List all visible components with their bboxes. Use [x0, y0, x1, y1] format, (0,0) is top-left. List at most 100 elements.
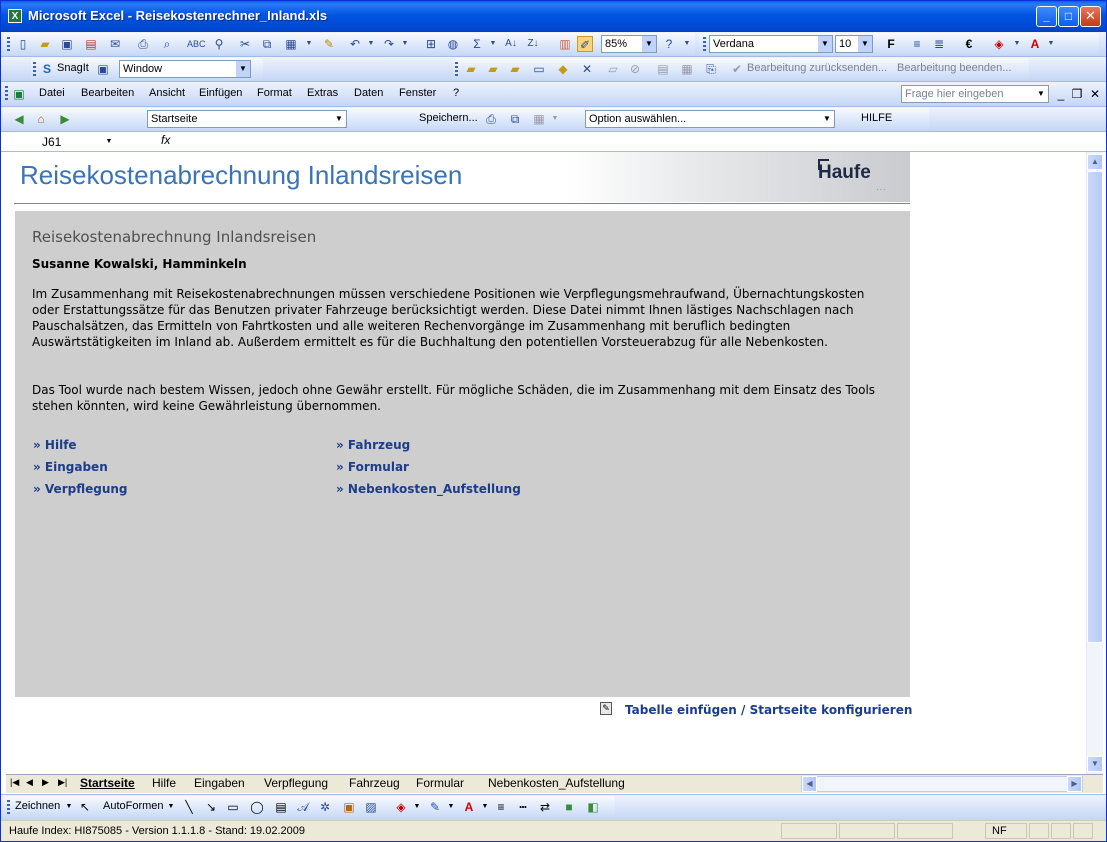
chevron-down-icon[interactable]: ▼ — [485, 36, 501, 52]
print-preview-icon[interactable]: ⌕ — [159, 36, 175, 52]
last-sheet-icon[interactable]: ▶| — [58, 777, 67, 788]
oval-icon[interactable]: ◯ — [249, 799, 265, 815]
maximize-button[interactable]: □ — [1058, 6, 1079, 27]
snagit-button[interactable]: SnagIt — [57, 62, 89, 74]
scroll-down-icon[interactable]: ▼ — [1087, 756, 1103, 772]
home-icon[interactable]: ⌂ — [33, 111, 49, 127]
tab-startseite[interactable]: Startseite — [80, 776, 135, 790]
first-sheet-icon[interactable]: |◀ — [10, 777, 19, 788]
chevron-down-icon[interactable]: ▼ — [301, 36, 317, 52]
draw-menu-button[interactable]: Zeichnen — [15, 800, 60, 812]
font-name-select[interactable]: Verdana ▼ — [709, 35, 833, 53]
chart-wizard-icon[interactable]: ▥ — [557, 36, 573, 52]
bold-button[interactable]: F — [883, 36, 899, 52]
undo-icon[interactable]: ↶ — [347, 36, 363, 52]
arrow-icon[interactable]: ↘ — [203, 799, 219, 815]
drawing-icon[interactable]: ✐ — [577, 36, 593, 52]
wordart-icon[interactable]: 𝒜 — [295, 799, 311, 815]
chevron-down-icon[interactable]: ▼ — [397, 36, 413, 52]
redo-icon[interactable]: ↷ — [381, 36, 397, 52]
arrow-style-icon[interactable]: ⇄ — [537, 799, 553, 815]
scroll-thumb[interactable] — [1087, 171, 1103, 643]
highlight-icon[interactable]: ◆ — [555, 61, 571, 77]
font-size-select[interactable]: 10 ▼ — [835, 35, 873, 53]
prev-sheet-icon[interactable]: ◀ — [26, 777, 33, 788]
diagram-icon[interactable]: ✲ — [317, 799, 333, 815]
fill-color-icon[interactable]: ◈ — [393, 799, 409, 815]
toolbar-grip[interactable] — [703, 37, 706, 51]
chevron-down-icon[interactable]: ▼ — [679, 36, 695, 52]
close-button[interactable]: ✕ — [1080, 6, 1101, 27]
snagit-icon[interactable]: S — [39, 61, 55, 77]
tab-fahrzeug[interactable]: Fahrzeug — [349, 776, 400, 790]
sort-descending-icon[interactable]: Z↓ — [525, 36, 541, 52]
chevron-down-icon[interactable]: ▼ — [101, 134, 117, 150]
next-sheet-icon[interactable]: ▶ — [42, 777, 49, 788]
tab-formular[interactable]: Formular — [416, 776, 464, 790]
chevron-down-icon[interactable]: ▼ — [443, 799, 459, 815]
chevron-down-icon[interactable]: ▼ — [61, 799, 77, 815]
minimize-workbook-icon[interactable]: _ — [1053, 86, 1069, 102]
chevron-down-icon[interactable]: ▼ — [477, 799, 493, 815]
chevron-down-icon[interactable]: ▼ — [363, 36, 379, 52]
sheet-select[interactable]: Startseite ▼ — [147, 110, 347, 128]
select-objects-icon[interactable]: ↖ — [77, 799, 93, 815]
toolbar-grip[interactable] — [33, 62, 36, 76]
link-fahrzeug[interactable]: » Fahrzeug — [336, 438, 410, 452]
capture-mode-select[interactable]: Window ▼ — [119, 60, 251, 78]
option-select[interactable]: Option auswählen... ▼ — [585, 110, 835, 128]
menu-einfuegen[interactable]: Einfügen — [199, 87, 242, 99]
link-verpflegung[interactable]: » Verpflegung — [33, 482, 128, 496]
folder-new-icon[interactable]: ▰ — [507, 61, 523, 77]
align-center-icon[interactable]: ≣ — [931, 36, 947, 52]
workbook-icon[interactable]: ▣ — [11, 86, 27, 102]
shadow-style-icon[interactable]: ■ — [561, 799, 577, 815]
end-review-button[interactable]: Bearbeitung beenden... — [897, 62, 1011, 74]
chevron-down-icon[interactable]: ▼ — [1043, 36, 1059, 52]
menu-ansicht[interactable]: Ansicht — [149, 87, 185, 99]
toolbar-grip[interactable] — [7, 37, 10, 51]
close-workbook-icon[interactable]: ✕ — [1087, 86, 1103, 102]
hyperlink-icon[interactable]: ⊞ — [423, 36, 439, 52]
zoom-select[interactable]: 85% ▼ — [601, 35, 657, 53]
hyperlink-globe-icon[interactable]: ◍ — [445, 36, 461, 52]
menu-help[interactable]: ? — [453, 87, 459, 99]
font-color-icon[interactable]: A — [1027, 36, 1043, 52]
picture-icon[interactable]: ▨ — [363, 799, 379, 815]
send-back-button[interactable]: Bearbeitung zurücksenden... — [747, 62, 887, 74]
tab-hilfe[interactable]: Hilfe — [152, 776, 176, 790]
chevron-down-icon[interactable]: ▼ — [163, 799, 179, 815]
print-icon[interactable]: ⎙ — [483, 111, 499, 127]
scroll-up-icon[interactable]: ▲ — [1087, 154, 1103, 170]
link-eingaben[interactable]: » Eingaben — [33, 460, 108, 474]
chevron-down-icon[interactable]: ▼ — [642, 36, 656, 52]
folder-icon[interactable]: ▰ — [463, 61, 479, 77]
3d-style-icon[interactable]: ◧ — [585, 799, 601, 815]
menu-format[interactable]: Format — [257, 87, 292, 99]
copy-icon[interactable]: ⧉ — [507, 111, 523, 127]
comment-icon[interactable]: ▭ — [531, 61, 547, 77]
toolbar-grip[interactable] — [5, 86, 8, 100]
clipart-icon[interactable]: ▣ — [341, 799, 357, 815]
minimize-button[interactable]: _ — [1036, 6, 1057, 27]
restore-workbook-icon[interactable]: ❐ — [1069, 86, 1085, 102]
scroll-right-icon[interactable]: ▶ — [1067, 776, 1082, 792]
tab-verpflegung[interactable]: Verpflegung — [264, 776, 328, 790]
reply-icon[interactable]: ⎘ — [703, 61, 719, 77]
sort-ascending-icon[interactable]: A↓ — [503, 36, 519, 52]
autosum-icon[interactable]: Σ — [469, 36, 485, 52]
menu-fenster[interactable]: Fenster — [399, 87, 436, 99]
link-formular[interactable]: » Formular — [336, 460, 409, 474]
help-icon[interactable]: ? — [661, 36, 677, 52]
fx-icon[interactable]: fx — [161, 133, 170, 147]
help-button[interactable]: HILFE — [861, 112, 892, 124]
new-icon[interactable]: ▯ — [15, 36, 31, 52]
email-icon[interactable]: ✉ — [107, 36, 123, 52]
back-icon[interactable]: ◀ — [11, 111, 27, 127]
textbox-icon[interactable]: ▤ — [273, 799, 289, 815]
fill-color-icon[interactable]: ◈ — [991, 36, 1007, 52]
menu-extras[interactable]: Extras — [307, 87, 338, 99]
link-nebenkosten[interactable]: » Nebenkosten_Aufstellung — [336, 482, 521, 496]
rectangle-icon[interactable]: ▭ — [225, 799, 241, 815]
menu-datei[interactable]: Datei — [39, 87, 65, 99]
